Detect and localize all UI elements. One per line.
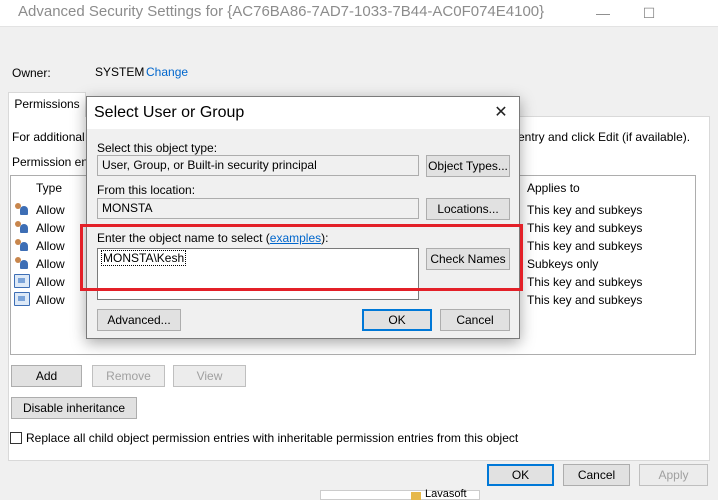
window-title: Advanced Security Settings for {AC76BA86… bbox=[18, 3, 545, 20]
remove-button[interactable]: Remove bbox=[92, 365, 165, 387]
ok-button[interactable]: OK bbox=[487, 464, 554, 486]
dialog-title-bar: Select User or Group ✕ bbox=[87, 97, 519, 129]
users-icon bbox=[14, 220, 30, 234]
dialog-title: Select User or Group bbox=[94, 104, 245, 121]
row-applies-to: This key and subkeys bbox=[527, 203, 643, 217]
row-applies-to: This key and subkeys bbox=[527, 239, 643, 253]
users-icon bbox=[14, 256, 30, 270]
apply-button[interactable]: Apply bbox=[639, 464, 708, 486]
highlight-annotation-box bbox=[80, 224, 523, 291]
tab-permissions[interactable]: Permissions bbox=[8, 92, 86, 117]
maximize-icon: ☐ bbox=[642, 4, 656, 21]
maximize-button[interactable]: ☐ bbox=[626, 0, 672, 26]
row-type: Allow bbox=[36, 203, 65, 217]
replace-permissions-checkbox[interactable] bbox=[10, 432, 22, 444]
dialog-ok-button[interactable]: OK bbox=[362, 309, 432, 331]
column-header-type[interactable]: Type bbox=[36, 181, 62, 195]
object-type-label: Select this object type: bbox=[97, 141, 218, 155]
row-applies-to: Subkeys only bbox=[527, 257, 599, 271]
location-field: MONSTA bbox=[97, 198, 419, 219]
owner-label: Owner: bbox=[12, 66, 51, 80]
row-type: Allow bbox=[36, 257, 65, 271]
add-button[interactable]: Add bbox=[11, 365, 82, 387]
location-label: From this location: bbox=[97, 183, 196, 197]
view-button[interactable]: View bbox=[173, 365, 246, 387]
row-applies-to: This key and subkeys bbox=[527, 293, 643, 307]
row-type: Allow bbox=[36, 293, 65, 307]
dialog-cancel-button[interactable]: Cancel bbox=[440, 309, 510, 331]
minimize-icon: — bbox=[596, 5, 610, 21]
column-header-applies-to[interactable]: Applies to bbox=[527, 181, 580, 195]
users-icon bbox=[14, 202, 30, 216]
change-owner-link[interactable]: Change bbox=[146, 65, 188, 79]
row-type: Allow bbox=[36, 221, 65, 235]
disable-inheritance-button[interactable]: Disable inheritance bbox=[11, 397, 137, 419]
dialog-close-button[interactable]: ✕ bbox=[491, 103, 511, 123]
folder-label[interactable]: Lavasoft bbox=[425, 488, 467, 500]
owner-value: SYSTEM bbox=[95, 65, 145, 79]
row-type: Allow bbox=[36, 275, 65, 289]
window-title-bar: Advanced Security Settings for {AC76BA86… bbox=[0, 0, 718, 26]
info-text-right: entry and click Edit (if available). bbox=[518, 130, 691, 144]
advanced-button[interactable]: Advanced... bbox=[97, 309, 181, 331]
locations-button[interactable]: Locations... bbox=[426, 198, 510, 220]
computer-icon bbox=[14, 274, 30, 288]
minimize-button[interactable]: — bbox=[580, 0, 626, 26]
row-type: Allow bbox=[36, 239, 65, 253]
object-type-field: User, Group, or Built-in security princi… bbox=[97, 155, 419, 176]
close-icon: ✕ bbox=[494, 104, 508, 121]
info-text-left: For additional bbox=[12, 130, 85, 144]
object-types-button[interactable]: Object Types... bbox=[426, 155, 510, 177]
select-user-or-group-dialog: Select User or Group ✕ Select this objec… bbox=[86, 96, 520, 339]
cancel-button[interactable]: Cancel bbox=[563, 464, 630, 486]
permission-entries-label: Permission ent bbox=[12, 155, 92, 169]
row-applies-to: This key and subkeys bbox=[527, 221, 643, 235]
replace-permissions-row[interactable]: Replace all child object permission entr… bbox=[10, 431, 518, 445]
row-applies-to: This key and subkeys bbox=[527, 275, 643, 289]
folder-icon bbox=[411, 492, 421, 500]
background-explorer-strip: Lavasoft bbox=[320, 488, 480, 500]
replace-permissions-label: Replace all child object permission entr… bbox=[26, 431, 519, 445]
users-icon bbox=[14, 238, 30, 252]
computer-icon bbox=[14, 292, 30, 306]
